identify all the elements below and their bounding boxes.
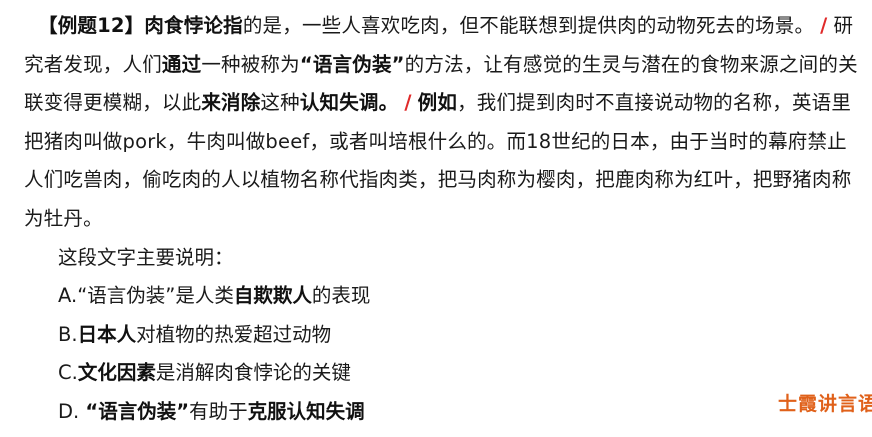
red-slash-marker: / <box>404 91 412 114</box>
option-c[interactable]: C.文化因素是消解肉食悖论的关键 <box>58 354 370 393</box>
option-d-prefix: D. <box>58 399 86 423</box>
bold-for-example: 例如 <box>417 91 458 114</box>
option-a-prefix: A.“语言伪装”是人类 <box>58 284 234 307</box>
option-c-bold: 文化因素 <box>77 361 156 384</box>
option-d-bold1: “语言伪装” <box>85 399 190 423</box>
option-a-bold: 自欺欺人 <box>233 284 312 307</box>
option-b-bold: 日本人 <box>77 322 137 346</box>
option-b-prefix: B. <box>58 322 78 346</box>
sentence2-part: 一种被称为 <box>201 52 300 76</box>
brand-watermark: 士霞讲言语 <box>777 393 872 415</box>
option-a[interactable]: A.“语言伪装”是人类自欺欺人的表现 <box>58 277 370 316</box>
bold-period: 。 <box>378 91 399 114</box>
example-label: 【例题12】 <box>38 14 145 37</box>
option-d-mid: 有助于 <box>189 399 248 423</box>
bold-eliminate: 来消除 <box>201 91 261 114</box>
option-b-suffix: 对植物的热爱超过动物 <box>136 322 332 346</box>
red-slash-marker: / <box>820 14 828 37</box>
option-a-suffix: 的表现 <box>311 284 371 307</box>
term-bold: 肉食悖论指 <box>144 14 243 37</box>
option-d-bold2: 克服认知失调 <box>247 399 365 423</box>
question-page: 【例题12】肉食悖论指的是，一些人喜欢吃肉，但不能联想到提供肉的动物死去的场景。… <box>0 0 872 437</box>
options-list: A.“语言伪装”是人类自欺欺人的表现 B.日本人对植物的热爱超过动物 C.文化因… <box>58 277 370 431</box>
option-c-suffix: 是消解肉食悖论的关键 <box>155 361 351 384</box>
bold-cognitive-dissonance: 认知失调 <box>299 91 379 114</box>
sentence2-part: 这种 <box>260 91 300 114</box>
option-c-prefix: C. <box>58 361 78 384</box>
bold-tongguo: 通过 <box>161 52 202 76</box>
passage-text: 【例题12】肉食悖论指的是，一些人喜欢吃肉，但不能联想到提供肉的动物死去的场景。… <box>24 7 866 238</box>
bold-language-disguise: “语言伪装” <box>299 52 405 76</box>
question-stem: 这段文字主要说明： <box>58 246 234 269</box>
option-b[interactable]: B.日本人对植物的热爱超过动物 <box>58 316 370 355</box>
option-d[interactable]: D. “语言伪装”有助于克服认知失调 <box>58 393 370 432</box>
definition-text: 的是，一些人喜欢吃肉，但不能联想到提供肉的动物死去的场景。 <box>242 14 815 37</box>
